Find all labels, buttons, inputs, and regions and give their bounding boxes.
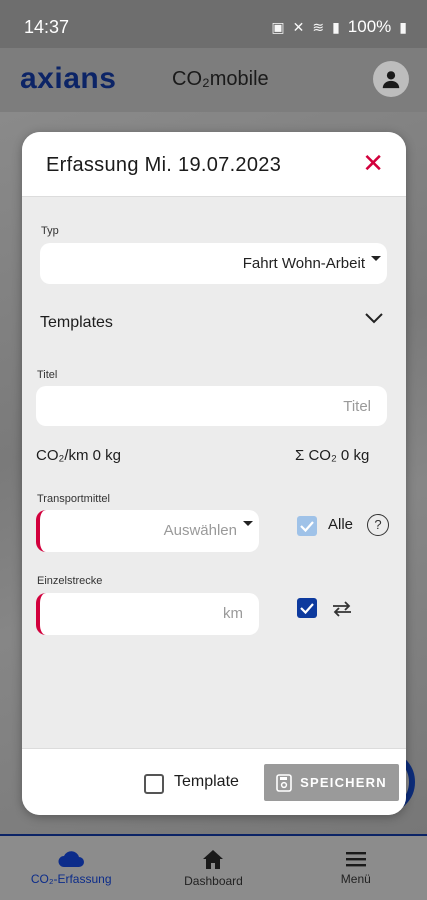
nav-label: CO₂-Erfassung — [30, 872, 112, 886]
status-icons: ▣ ✕ ≋ ▮ 100% ▮ — [271, 17, 407, 37]
alle-label: Alle — [328, 516, 354, 533]
menu-icon — [345, 852, 366, 867]
status-time: 14:37 — [24, 17, 70, 37]
person-icon — [382, 71, 400, 89]
transportmittel-select[interactable]: Auswählen — [36, 510, 259, 552]
co2-per-km: CO₂/km 0 kg — [36, 447, 122, 464]
titel-placeholder: Titel — [343, 398, 371, 415]
app-header: axians CO₂mobile — [0, 48, 427, 112]
alle-checkbox[interactable] — [297, 516, 317, 536]
status-bar: 14:37 ▣ ✕ ≋ ▮ 100% ▮ — [0, 0, 427, 48]
app-title: CO₂mobile — [172, 68, 269, 90]
dropdown-caret-icon — [371, 256, 381, 261]
save-label: SPEICHERN — [300, 775, 387, 790]
typ-label: Typ — [41, 225, 59, 237]
help-icon[interactable]: ? — [367, 514, 389, 536]
bottom-navigation: CO₂-Erfassung Dashboard Menü — [0, 834, 427, 900]
dialog-header: Erfassung Mi. 19.07.2023 ✕ — [22, 132, 406, 197]
typ-value: Fahrt Wohn-Arbeit — [242, 255, 365, 272]
axians-logo: axians — [20, 62, 117, 95]
battery-icon: ▮ — [399, 18, 407, 35]
templates-toggle[interactable]: Templates — [40, 314, 113, 332]
wifi-icon: ≋ — [312, 18, 325, 35]
co2-sum: Σ CO₂ 0 kg — [295, 447, 370, 464]
dropdown-caret-icon — [243, 521, 253, 526]
save-button[interactable]: SPEICHERN — [264, 764, 399, 801]
typ-select[interactable]: Fahrt Wohn-Arbeit — [40, 243, 387, 284]
battery-percent: 100% — [347, 17, 392, 36]
roundtrip-checkbox[interactable] — [297, 598, 317, 618]
titel-label: Titel — [37, 369, 58, 381]
transportmittel-label: Transportmittel — [37, 493, 110, 505]
dialog-footer: Template SPEICHERN — [22, 748, 406, 815]
nav-item-co2-erfassung[interactable]: CO₂-Erfassung — [0, 836, 142, 900]
notification-icon: ▣ — [271, 18, 285, 35]
einzelstrecke-label: Einzelstrecke — [37, 575, 103, 587]
close-icon[interactable]: ✕ — [362, 150, 384, 176]
nav-item-menu[interactable]: Menü — [285, 836, 427, 900]
swap-icon — [333, 601, 351, 617]
template-label: Template — [174, 773, 239, 790]
save-icon — [276, 773, 292, 792]
titel-input[interactable]: Titel — [36, 386, 387, 426]
dialog-title: Erfassung Mi. 19.07.2023 — [46, 154, 282, 176]
nav-item-dashboard[interactable]: Dashboard — [142, 836, 284, 900]
account-button[interactable] — [373, 61, 409, 97]
einzelstrecke-placeholder: km — [223, 605, 243, 622]
chevron-down-icon[interactable] — [364, 312, 384, 324]
mute-icon: ✕ — [292, 18, 305, 35]
nav-label: Dashboard — [184, 874, 243, 888]
erfassung-dialog: Erfassung Mi. 19.07.2023 ✕ Typ Fahrt Woh… — [22, 132, 406, 815]
nav-label: Menü — [340, 872, 371, 886]
einzelstrecke-input[interactable]: km — [36, 593, 259, 635]
cloud-icon — [58, 851, 85, 867]
transportmittel-placeholder: Auswählen — [163, 522, 237, 539]
template-checkbox[interactable] — [144, 774, 164, 794]
check-icon — [300, 521, 314, 533]
home-icon — [203, 850, 224, 869]
check-icon — [300, 603, 314, 615]
signal-icon: ▮ — [332, 18, 340, 35]
